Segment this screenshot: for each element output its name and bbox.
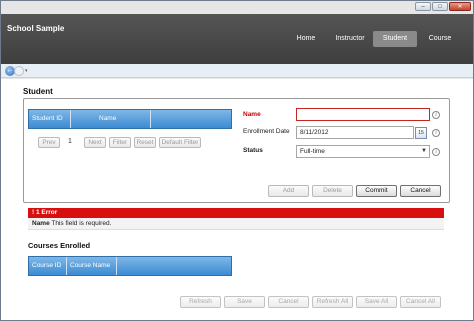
nav-student[interactable]: Student	[373, 31, 417, 47]
cancel-button[interactable]: Cancel	[400, 185, 441, 197]
status-select[interactable]: Full-time	[296, 145, 430, 158]
column-course-id[interactable]: Course ID	[29, 257, 67, 275]
reset-button[interactable]: Reset	[134, 137, 156, 148]
forward-arrow-icon[interactable]	[14, 66, 24, 76]
window-controls: – □ ✕	[415, 2, 471, 11]
error-message: This field is required.	[49, 220, 112, 227]
status-label: Status	[243, 147, 263, 154]
minimize-button[interactable]: –	[415, 2, 431, 11]
name-label: Name	[243, 111, 261, 118]
courses-enrolled-title: Courses Enrolled	[28, 241, 91, 250]
close-button[interactable]: ✕	[449, 2, 471, 11]
history-dropdown-icon[interactable]: ▾	[25, 68, 28, 74]
nav-home[interactable]: Home	[290, 31, 322, 47]
column-filler	[117, 257, 231, 275]
app-title: School Sample	[7, 24, 65, 33]
maximize-button[interactable]: □	[432, 2, 448, 11]
error-field-name: Name	[32, 220, 50, 227]
nav-course[interactable]: Course	[424, 31, 456, 47]
save-button[interactable]: Save	[224, 296, 265, 308]
navigation-bar	[1, 64, 473, 78]
name-input[interactable]	[296, 108, 430, 121]
enrollment-date-label: Enrollment Date	[243, 128, 290, 135]
save-all-button[interactable]: Save All	[356, 296, 397, 308]
prev-button[interactable]: Prev	[38, 137, 60, 148]
commit-button[interactable]: Commit	[356, 185, 397, 197]
error-summary-header[interactable]: ! 1 Error	[28, 208, 444, 218]
enrollment-date-input[interactable]: 8/11/2012	[296, 126, 414, 139]
chevron-down-icon[interactable]: ▼	[421, 148, 427, 154]
cancel-all-button[interactable]: Cancel All	[400, 296, 441, 308]
nav-instructor[interactable]: Instructor	[330, 31, 370, 47]
add-button[interactable]: Add	[268, 185, 309, 197]
column-course-name[interactable]: Course Name	[67, 257, 117, 275]
courses-grid-header: Course ID Course Name	[28, 256, 232, 276]
calendar-icon[interactable]: 15	[415, 127, 427, 139]
status-info-icon[interactable]: i	[432, 148, 440, 156]
refresh-all-button[interactable]: Refresh All	[312, 296, 353, 308]
refresh-button[interactable]: Refresh	[180, 296, 221, 308]
student-grid-header: Student ID Name	[28, 109, 232, 129]
error-summary-item[interactable]: Name This field is required.	[28, 218, 444, 230]
filter-button[interactable]: Filter	[109, 137, 131, 148]
page-number: 1	[68, 138, 72, 145]
name-info-icon[interactable]: i	[432, 111, 440, 119]
student-section-title: Student	[23, 87, 53, 96]
bottom-cancel-button[interactable]: Cancel	[268, 296, 309, 308]
delete-button[interactable]: Delete	[312, 185, 353, 197]
next-button[interactable]: Next	[84, 137, 106, 148]
column-filler	[151, 110, 231, 128]
column-name[interactable]: Name	[71, 110, 151, 128]
default-filter-button[interactable]: Default Filter	[159, 137, 201, 148]
column-student-id[interactable]: Student ID	[29, 110, 71, 128]
enrollment-info-icon[interactable]: i	[432, 129, 440, 137]
